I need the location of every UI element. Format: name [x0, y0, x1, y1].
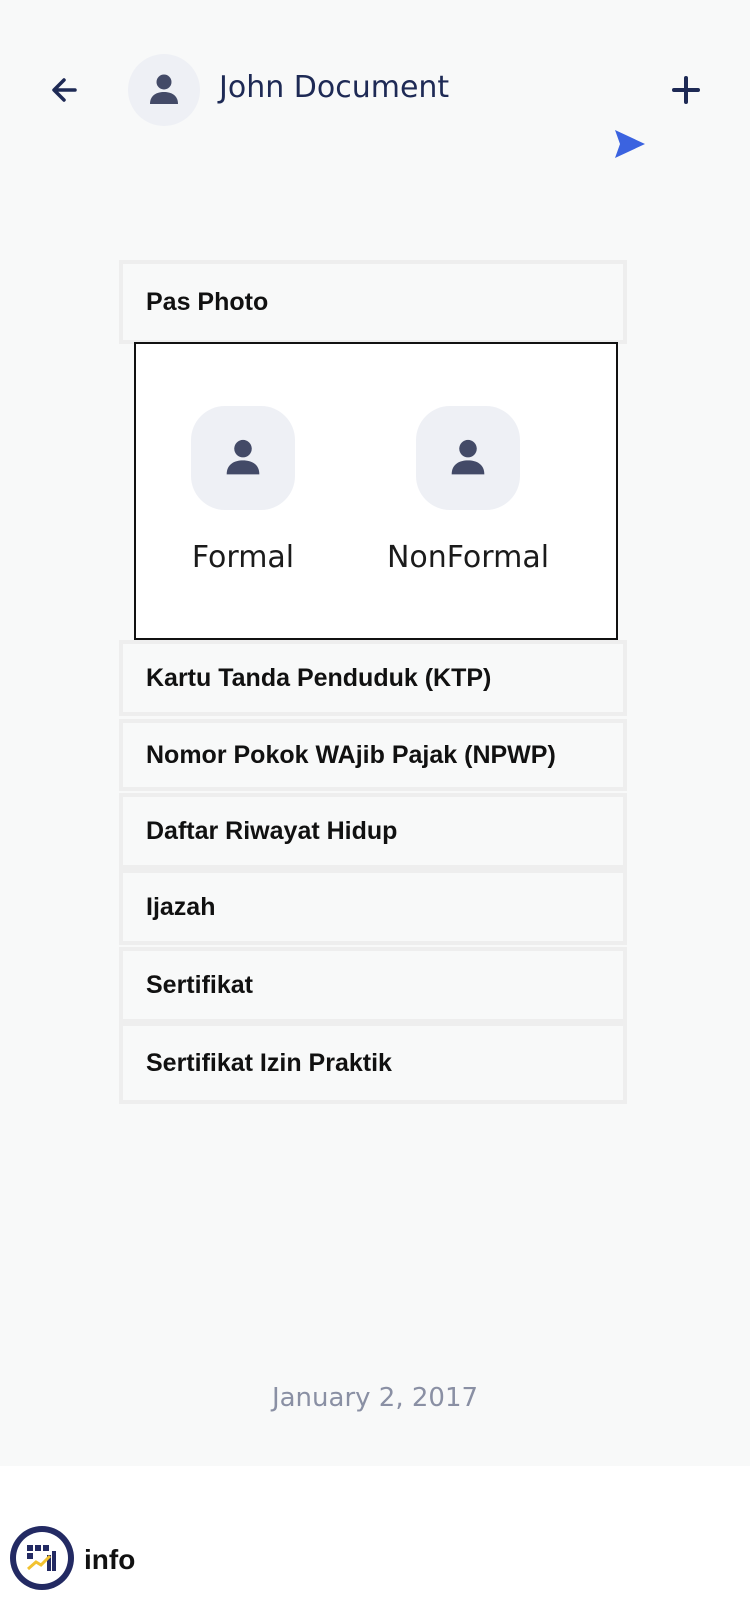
doc-label: Pas Photo [146, 287, 269, 316]
doc-item-ijazah[interactable]: Ijazah [119, 869, 627, 945]
doc-item-ktp[interactable]: Kartu Tanda Penduduk (KTP) [119, 640, 627, 716]
photo-option-nonformal[interactable]: NonFormal [368, 406, 568, 575]
send-button[interactable] [608, 124, 652, 164]
person-icon [226, 439, 260, 475]
app-logo-icon [27, 1545, 56, 1571]
doc-item-sertifikat-izin-praktik[interactable]: Sertifikat Izin Praktik [119, 1022, 627, 1104]
app-logo-button[interactable] [10, 1526, 74, 1590]
arrow-left-icon [52, 78, 77, 102]
add-button[interactable] [662, 66, 710, 114]
send-icon [615, 130, 645, 158]
logo-inner [16, 1532, 68, 1584]
doc-item-npwp[interactable]: Nomor Pokok WAjib Pajak (NPWP) [119, 719, 627, 791]
doc-item-daftar-riwayat-hidup[interactable]: Daftar Riwayat Hidup [119, 793, 627, 869]
photo-option-label: NonFormal [386, 540, 550, 575]
doc-label: Kartu Tanda Penduduk (KTP) [146, 663, 492, 692]
date-label: January 2, 2017 [271, 1383, 479, 1413]
person-icon [451, 439, 485, 475]
info-label: info [84, 1544, 136, 1575]
footer: info [0, 1466, 750, 1624]
photo-option-formal[interactable]: Formal [143, 406, 343, 575]
doc-label: Ijazah [146, 892, 216, 921]
photo-option-label: Formal [191, 540, 295, 575]
back-button[interactable] [40, 66, 88, 114]
doc-item-pas-photo[interactable]: Pas Photo [119, 260, 627, 344]
header: John Document [0, 0, 750, 200]
photo-options-panel: Formal NonFormal [134, 342, 618, 640]
doc-label: Daftar Riwayat Hidup [146, 816, 398, 845]
person-icon [150, 74, 178, 104]
avatar [128, 54, 200, 126]
icon-box [191, 406, 295, 510]
page-title: John Document [219, 70, 450, 105]
doc-label: Sertifikat [146, 970, 253, 999]
doc-item-sertifikat[interactable]: Sertifikat [119, 947, 627, 1023]
icon-box [416, 406, 520, 510]
doc-label: Sertifikat Izin Praktik [146, 1048, 392, 1077]
doc-label: Nomor Pokok WAjib Pajak (NPWP) [146, 740, 556, 769]
plus-icon [672, 76, 700, 104]
